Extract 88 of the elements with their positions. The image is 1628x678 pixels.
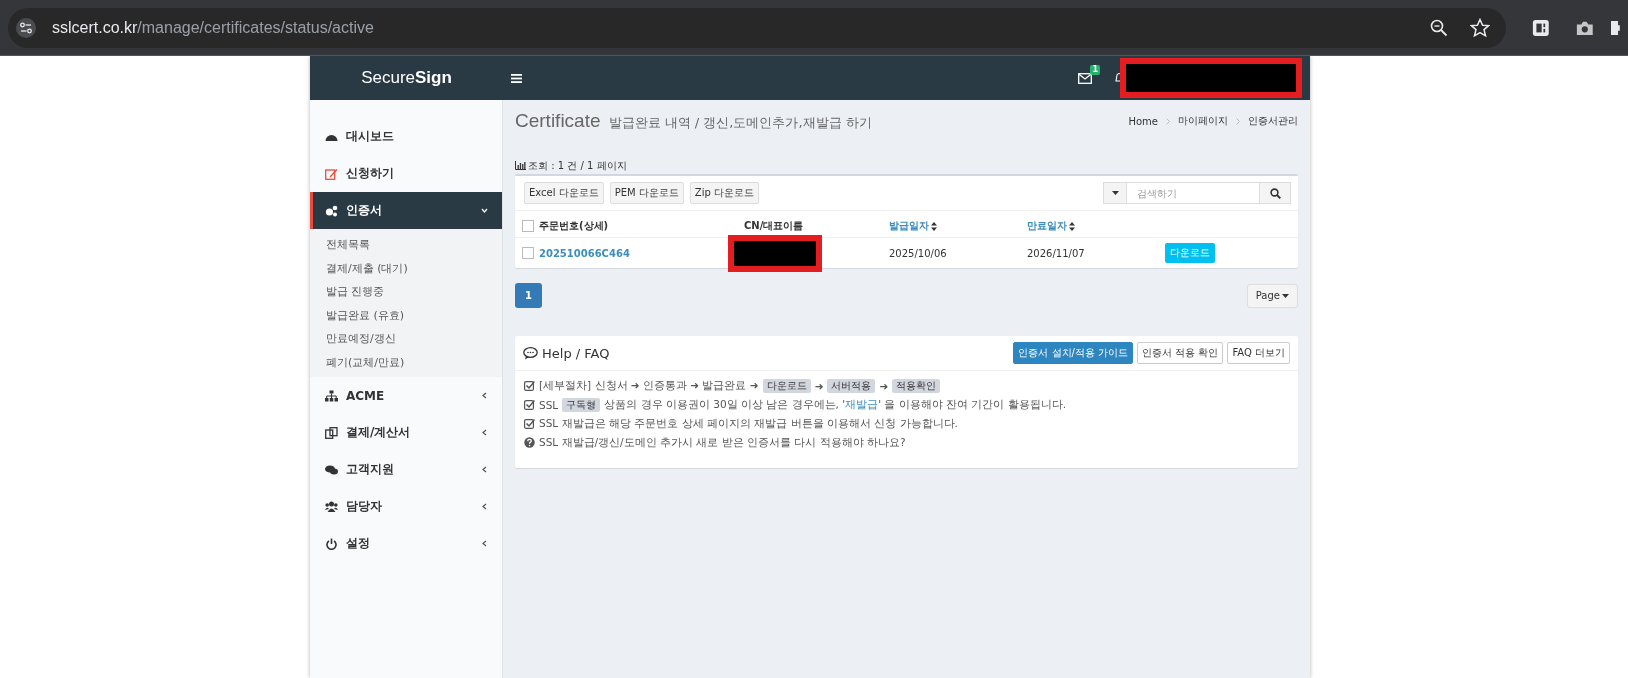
row-checkbox[interactable]	[522, 247, 534, 259]
submenu-item[interactable]: 만료예정/갱신	[310, 327, 502, 351]
help-title: Help / FAQ	[542, 345, 610, 361]
column-header: 주문번호(상세)	[539, 219, 610, 233]
bar-chart-icon	[515, 161, 526, 170]
column-header[interactable]: 만료일자	[1027, 219, 1165, 233]
question-icon	[524, 437, 535, 448]
caret-icon	[1111, 191, 1119, 195]
help-text: [세부절차] 신청서 ➜ 인증통과 ➜ 발급완료 ➜	[539, 378, 759, 393]
sidebar-item[interactable]: 대시보드	[310, 118, 502, 155]
download-button[interactable]: Excel 다운로드	[524, 182, 604, 204]
help-text: SSL	[539, 398, 559, 411]
select-all-checkbox[interactable]	[522, 220, 534, 232]
chevron-right-icon	[1236, 117, 1240, 125]
chevron-down-icon	[481, 207, 488, 214]
column-header: CN/대표이름	[743, 219, 805, 233]
sort-icon	[931, 221, 937, 231]
sidebar-item[interactable]: 결제/계산서	[310, 414, 502, 451]
address-bar[interactable]: sslcert.co.kr/manage/certificates/status/active	[8, 7, 1506, 48]
page-button[interactable]: 1	[515, 283, 542, 308]
breadcrumb-item[interactable]: Home	[1128, 115, 1158, 127]
chevron-left-icon	[481, 466, 488, 473]
chevron-left-icon	[481, 392, 488, 399]
chat-icon	[523, 346, 538, 360]
site-info-icon[interactable]	[16, 17, 36, 38]
sidebar-item[interactable]: 설정	[310, 525, 502, 562]
chat-icon	[325, 463, 338, 476]
search-icon	[1269, 187, 1281, 199]
url-text[interactable]: sslcert.co.kr/manage/certificates/status/active	[52, 18, 1430, 37]
page-size-dropdown[interactable]: Page	[1246, 283, 1298, 308]
step-label: 적용확인	[892, 378, 941, 393]
help-text: SSL 재발급은 해당 주문번호 상세 페이지의 재발급 버튼을 이용해서 신청 가능합니다.	[539, 416, 958, 431]
order-link[interactable]: 202510066C464	[539, 247, 709, 259]
logo[interactable]: SecureSign	[310, 68, 503, 88]
help-button[interactable]: 인증서 설치/적용 가이드	[1013, 342, 1134, 364]
search-button[interactable]	[1259, 182, 1291, 204]
search-field[interactable]: 검색하기	[1127, 182, 1259, 204]
sidebar-item[interactable]: 고객지원	[310, 451, 502, 488]
help-button[interactable]: 인증서 적용 확인	[1137, 342, 1224, 364]
submenu-item[interactable]: 발급완료 (유효)	[310, 303, 502, 327]
chevron-left-icon	[481, 540, 488, 547]
result-summary: 조회 : 1 건 / 1 페이지	[528, 158, 627, 173]
help-button[interactable]: FAQ 더보기	[1227, 342, 1290, 364]
help-text: ' 을 이용해야 잔여 기간이 활용됩니다.	[878, 397, 1067, 412]
mail-icon[interactable]	[1078, 72, 1092, 84]
chevron-left-icon	[481, 429, 488, 436]
search-filter-dropdown[interactable]	[1103, 182, 1127, 204]
checkbox-checked-icon	[524, 399, 535, 410]
column-header[interactable]: 발급일자	[889, 219, 1027, 233]
help-text: 상품의 경우 이용권이 30일 이상 남은 경우에는, '	[604, 397, 846, 412]
help-text: ➜	[814, 379, 824, 392]
page-title: Certificate	[515, 110, 601, 132]
breadcrumb-item[interactable]: 마이페이지	[1178, 114, 1228, 128]
sitemap-icon	[325, 389, 338, 402]
unread-count-badge: 1	[1090, 64, 1100, 75]
help-text: ➜	[879, 379, 889, 392]
zoom-out-icon[interactable]	[1430, 18, 1448, 37]
submenu-item[interactable]: 발급 진행중	[310, 280, 502, 304]
bookmark-star-icon[interactable]	[1470, 17, 1490, 38]
table-cell-text: 2025/10/06	[889, 247, 948, 259]
checkbox-checked-icon	[524, 380, 535, 391]
submenu-item[interactable]: 전체목록	[310, 233, 502, 257]
sidebar-item[interactable]: 담당자	[310, 488, 502, 525]
breadcrumb-item: 인증서관리	[1248, 114, 1298, 128]
reissue-link[interactable]: 재발급	[845, 397, 879, 412]
step-label: 다운로드	[762, 378, 811, 393]
download-button[interactable]: Zip 다운로드	[689, 182, 759, 204]
submenu-item[interactable]: 결제/제출 (대기)	[310, 256, 502, 280]
download-button[interactable]: PEM 다운로드	[609, 182, 684, 204]
sort-icon	[1069, 221, 1075, 231]
chevron-left-icon	[481, 503, 488, 510]
step-label: 구독형	[562, 397, 601, 412]
sidebar-item[interactable]: 인증서	[310, 192, 502, 229]
caret-icon	[1282, 293, 1289, 298]
help-text: SSL 재발급/갱신/도메인 추가시 새로 받은 인증서를 다시 적용해야 하나요?	[539, 435, 906, 450]
step-label: 서버적용	[827, 378, 876, 393]
sidebar-item[interactable]: ACME	[310, 377, 502, 414]
extension-icon[interactable]	[1532, 17, 1550, 38]
table-cell-text: 2026/11/07	[1027, 247, 1086, 259]
submenu-item[interactable]: 폐기(교체/만료)	[310, 350, 502, 374]
menu-icon[interactable]	[511, 73, 522, 83]
edit-icon	[325, 167, 338, 180]
power-icon	[325, 537, 338, 550]
checkbox-checked-icon	[524, 418, 535, 429]
page-subtitle: 발급완료 내역 / 갱신,도메인추가,재발급 하기	[608, 114, 872, 132]
chevron-right-icon	[1166, 117, 1170, 125]
copy-icon	[325, 426, 338, 439]
sidebar-item[interactable]: 신청하기	[310, 155, 502, 192]
